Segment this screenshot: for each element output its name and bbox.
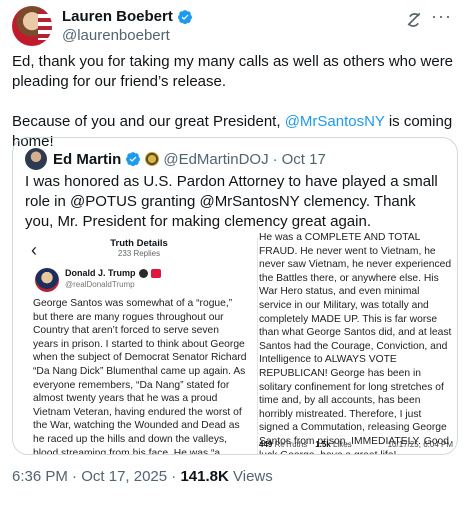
views-count: 141.8K (180, 468, 229, 485)
post-meta: 6:36 PM · Oct 17, 2025 · 141.8K Views (12, 468, 273, 485)
likes-stat: 1.5k Likes (315, 440, 351, 449)
quoted-author-handle[interactable]: @EdMartinDOJ (163, 151, 268, 168)
truth-timestamp: 10/17/25, 6:04 PM (387, 440, 453, 449)
government-seal-icon (145, 152, 160, 166)
meta-separator: · (67, 468, 82, 485)
post-date[interactable]: Oct 17, 2025 (81, 468, 167, 485)
truth-author-name: Donald J. Trump (65, 268, 136, 278)
truth-replies-count: 233 Replies (117, 249, 161, 258)
truth-social-screenshot[interactable]: ‹ Truth Details 233 Replies Donald J. Tr… (25, 232, 455, 455)
likes-label: Likes (330, 440, 352, 449)
likes-count: 1.5k (315, 440, 331, 449)
truth-text-right: He was a COMPLETE AND TOTAL FRAUD. He ne… (259, 232, 452, 455)
author-avatar[interactable] (12, 6, 52, 46)
truth-stats-footer: 449 ReTruths 1.5k Likes 10/17/25, 6:04 P… (259, 440, 453, 449)
more-options-icon[interactable]: ··· (431, 6, 452, 27)
post-header: Lauren Boebert @laurenboebert ··· (12, 6, 458, 46)
flag-graphic (38, 10, 52, 40)
views-label: Views (228, 468, 273, 485)
grok-icon[interactable] (404, 10, 424, 30)
post-text-prefix: Because of you and our great President, (12, 113, 285, 130)
quoted-post-header: Ed Martin @EdMartinDOJ · Oct 17 (25, 148, 326, 170)
quoted-post-text: I was honored as U.S. Pardon Attorney to… (25, 173, 438, 230)
retruths-count: 449 (259, 440, 273, 449)
truth-verified-icon (138, 268, 148, 278)
truth-author-avatar (35, 268, 59, 292)
mention-link[interactable]: @MrSantosNY (285, 113, 385, 130)
quoted-author-avatar[interactable] (25, 148, 47, 170)
truth-right-column: He was a COMPLETE AND TOTAL FRAUD. He ne… (259, 232, 455, 454)
separator-dot: · (272, 150, 278, 168)
truth-left-column: ‹ Truth Details 233 Replies Donald J. Tr… (25, 238, 253, 455)
truth-author-handle: @realDonaldTrump (65, 280, 135, 289)
post-time[interactable]: 6:36 PM (12, 468, 68, 485)
author-name-row: Lauren Boebert (62, 8, 193, 25)
author-handle[interactable]: @laurenboebert (62, 27, 170, 44)
quoted-author-name[interactable]: Ed Martin (53, 151, 121, 168)
truth-author-name-row: Donald J. Trump (65, 268, 161, 278)
truth-text-left: George Santos was somewhat of a “rogue,”… (33, 298, 247, 455)
verified-badge-icon (126, 152, 141, 167)
author-name[interactable]: Lauren Boebert (62, 8, 173, 25)
column-divider (257, 238, 258, 454)
post-text-paragraph-1: Ed, thank you for taking my many calls a… (12, 53, 454, 90)
truth-media-icon (150, 268, 161, 278)
retruths-label: ReTruths (272, 440, 308, 449)
meta-separator: · (167, 468, 181, 485)
verified-badge-icon (177, 9, 192, 24)
retruths-stat: 449 ReTruths (259, 440, 307, 449)
quoted-post[interactable]: Ed Martin @EdMartinDOJ · Oct 17 I was ho… (12, 137, 458, 455)
truth-details-title: Truth Details (110, 238, 168, 249)
quoted-post-date[interactable]: Oct 17 (282, 151, 326, 168)
